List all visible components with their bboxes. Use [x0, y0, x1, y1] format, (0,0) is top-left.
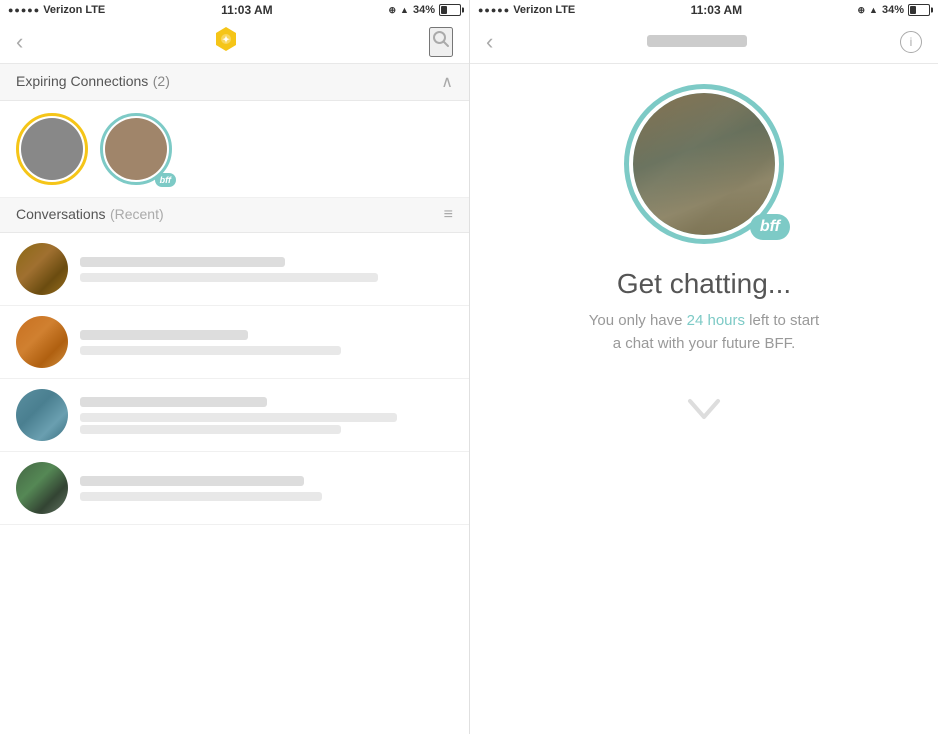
convo-msg-blur-3b [80, 425, 341, 434]
battery-pct-right: 34% [882, 4, 904, 16]
conversation-item-1[interactable] [0, 233, 469, 306]
location-icon-right: ⊕ [858, 5, 866, 16]
location-icon: ⊕ [389, 5, 397, 16]
arrow-down-icon [686, 385, 722, 441]
convo-avatar-2 [16, 316, 68, 368]
convo-msg-blur-3a [80, 413, 397, 422]
expiring-avatars-row: bff [0, 101, 469, 198]
nav-bar-right: ‹ i [470, 20, 938, 64]
convo-name-blur-2 [80, 330, 248, 340]
convo-msg-blur-2 [80, 346, 341, 355]
expiring-avatar-1-image [21, 118, 83, 180]
hours-highlight: 24 hours [687, 312, 745, 329]
right-phone-panel: ●●●●● Verizon LTE 11:03 AM ⊕ ▲ 34% ‹ i [469, 0, 938, 734]
nav-title-blurred-bar [647, 35, 747, 47]
nav-title-right [647, 35, 747, 49]
conversation-item-3[interactable] [0, 379, 469, 452]
status-bar-right-left-info: ●●●●● Verizon LTE [478, 4, 575, 16]
network-type-right: LTE [555, 4, 575, 16]
status-bar-right-panel: ●●●●● Verizon LTE 11:03 AM ⊕ ▲ 34% [470, 0, 938, 20]
network-type: LTE [85, 4, 105, 16]
convo-name-blur-3 [80, 397, 267, 407]
right-detail-content: bff Get chatting... You only have 24 hou… [470, 64, 938, 734]
get-chatting-title: Get chatting... [617, 268, 791, 300]
convo-name-blur-1 [80, 257, 285, 267]
convo-content-4 [80, 476, 453, 501]
battery-icon-right [908, 4, 930, 16]
svg-text:✦: ✦ [222, 35, 230, 45]
signal-dots-right: ●●●●● [478, 5, 510, 15]
get-chatting-subtitle: You only have 24 hours left to start a c… [584, 310, 824, 355]
left-phone-panel: ●●●●● Verizon LTE 11:03 AM ⊕ ▲ 34% ‹ ✦ [0, 0, 469, 734]
filter-icon[interactable]: ≡ [444, 206, 453, 224]
convo-avatar-1 [16, 243, 68, 295]
search-button[interactable] [429, 27, 453, 57]
large-avatar-image [633, 93, 775, 235]
convo-content-2 [80, 330, 453, 355]
carrier-name-right: Verizon [513, 4, 552, 16]
bff-badge-large: bff [750, 214, 790, 240]
info-icon: i [910, 35, 913, 49]
conversations-label-group: Conversations (Recent) [16, 206, 164, 224]
expiring-avatar-2-container[interactable]: bff [100, 113, 172, 185]
collapse-expiring-icon[interactable]: ∧ [441, 72, 453, 92]
battery-icon-left [439, 4, 461, 16]
conversation-item-2[interactable] [0, 306, 469, 379]
arrow-icon: ▲ [400, 5, 409, 15]
convo-name-blur-4 [80, 476, 304, 486]
signal-dots: ●●●●● [8, 5, 40, 15]
convo-avatar-4 [16, 462, 68, 514]
conversation-item-4[interactable] [0, 452, 469, 525]
convo-avatar-3 [16, 389, 68, 441]
expiring-connections-label: Expiring Connections (2) [16, 73, 170, 91]
conversations-header: Conversations (Recent) ≡ [0, 198, 469, 233]
large-avatar-container: bff [624, 84, 784, 244]
carrier-name: Verizon [43, 4, 82, 16]
convo-msg-blur-1 [80, 273, 378, 282]
bff-badge-small: bff [155, 173, 176, 187]
arrow-icon-right: ▲ [869, 5, 878, 15]
status-bar-left-panel: ●●●●● Verizon LTE 11:03 AM ⊕ ▲ 34% [0, 0, 469, 20]
status-bar-right-icons: ⊕ ▲ 34% [858, 4, 931, 16]
convo-content-3 [80, 397, 453, 434]
nav-bar-left: ‹ ✦ [0, 20, 469, 64]
time-display-right: 11:03 AM [691, 3, 743, 17]
expiring-avatar-2-image [105, 118, 167, 180]
back-button-right[interactable]: ‹ [486, 31, 493, 53]
status-bar-left-info: ●●●●● Verizon LTE [8, 4, 105, 16]
time-display-left: 11:03 AM [221, 3, 273, 17]
info-button-right[interactable]: i [900, 31, 922, 53]
bumble-logo: ✦ [212, 25, 240, 58]
battery-pct-text: 34% [413, 4, 435, 16]
convo-msg-blur-4 [80, 492, 322, 501]
status-bar-right-info: ⊕ ▲ 34% [389, 4, 462, 16]
expiring-avatar-1[interactable] [16, 113, 88, 185]
expiring-connections-header: Expiring Connections (2) ∧ [0, 64, 469, 101]
convo-content-1 [80, 257, 453, 282]
back-button-left[interactable]: ‹ [16, 31, 23, 53]
